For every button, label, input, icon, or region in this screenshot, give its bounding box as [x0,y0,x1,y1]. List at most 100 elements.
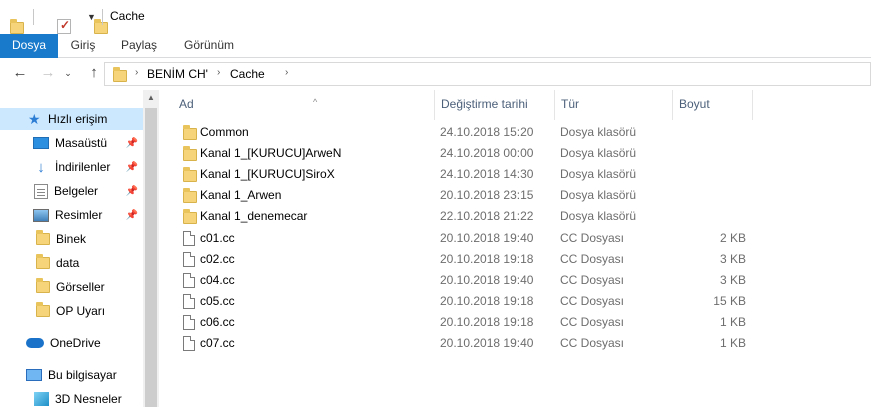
pictures-icon [33,208,49,222]
table-row[interactable]: c02.cc 20.10.2018 19:18 CC Dosyası 3 KB [176,249,766,270]
star-icon: ★ [28,110,41,127]
navigation-bar: ← → ⌄ ↑ › BENİM CH' › Cache › [0,58,871,90]
sidebar-item-desktop[interactable]: Masaüstü 📌 [0,132,143,154]
sidebar-item-gorseller[interactable]: Görseller [0,276,143,298]
file-name: Kanal 1_[KURUCU]ArweN [200,146,342,160]
recent-chevron-icon[interactable]: ⌄ [58,68,78,79]
file-size: 3 KB [719,273,746,287]
sidebar-item-quick-access[interactable]: ★ Hızlı erişim [0,108,143,130]
breadcrumb-item[interactable]: Cache [230,67,265,81]
file-icon [183,336,195,351]
sidebar-item-label: Belgeler [54,184,99,198]
file-size [676,206,746,227]
sidebar-item-label: İndirilenler [55,160,111,174]
file-date: 20.10.2018 19:18 [440,315,534,329]
folder-icon [183,146,197,161]
sidebar-item-onedrive[interactable]: OneDrive [0,332,143,354]
folder-icon [36,278,50,293]
table-row[interactable]: c04.cc 20.10.2018 19:40 CC Dosyası 3 KB [176,270,766,291]
pin-icon[interactable]: 📌 [126,138,138,149]
file-type: CC Dosyası [560,273,625,287]
table-row[interactable]: c07.cc 20.10.2018 19:40 CC Dosyası 1 KB [176,333,766,354]
table-row[interactable]: Kanal 1_Arwen 20.10.2018 23:15 Dosya kla… [176,185,766,206]
scrollbar-thumb[interactable] [145,108,157,407]
chevron-right-icon[interactable]: › [135,67,138,78]
chevron-down-icon[interactable]: ▼ [87,12,96,22]
table-row[interactable]: c06.cc 20.10.2018 19:18 CC Dosyası 1 KB [176,312,766,333]
folder-icon [36,254,50,269]
sidebar-item-binek[interactable]: Binek [0,228,143,250]
documents-icon [34,183,48,199]
pin-icon[interactable]: 📌 [126,186,138,197]
folder-icon [183,125,197,140]
sidebar-item-this-pc[interactable]: Bu bilgisayar [0,364,143,386]
sidebar-item-3d-objects[interactable]: 3D Nesneler [0,388,143,407]
file-name: c06.cc [200,315,235,329]
table-row[interactable]: Kanal 1_denemecar 22.10.2018 21:22 Dosya… [176,206,766,227]
sidebar-item-pictures[interactable]: Resimler 📌 [0,204,143,226]
file-date: 22.10.2018 21:22 [440,209,534,223]
sidebar-item-data[interactable]: data [0,252,143,274]
up-arrow-icon[interactable]: ↑ [84,64,104,81]
table-row[interactable]: c01.cc 20.10.2018 19:40 CC Dosyası 2 KB [176,228,766,249]
tab-view[interactable]: Görünüm [174,34,244,58]
sidebar-item-label: Görseller [56,280,105,294]
column-header-label: Ad [179,97,194,111]
file-size [676,164,746,185]
column-header-type[interactable]: Tür [555,90,673,120]
table-row[interactable]: Common 24.10.2018 15:20 Dosya klasörü [176,122,766,143]
file-size [676,185,746,206]
tab-file[interactable]: Dosya [0,34,58,58]
file-icon [183,294,195,309]
new-folder-icon[interactable] [94,19,108,34]
file-icon [183,252,195,267]
file-type: CC Dosyası [560,315,625,329]
chevron-right-icon[interactable]: › [285,67,288,78]
forward-arrow-icon[interactable]: → [38,64,58,81]
file-date: 20.10.2018 19:40 [440,273,534,287]
tab-share[interactable]: Paylaş [110,34,168,58]
table-row[interactable]: Kanal 1_[KURUCU]SiroX 24.10.2018 14:30 D… [176,164,766,185]
tab-home[interactable]: Giriş [60,34,106,58]
pin-icon[interactable]: 📌 [126,162,138,173]
column-header-size[interactable]: Boyut [673,90,753,120]
navigation-scrollbar[interactable]: ▲ [143,90,159,407]
folder-icon [36,302,50,317]
computer-icon [26,369,42,381]
table-row[interactable]: c05.cc 20.10.2018 19:18 CC Dosyası 15 KB [176,291,766,312]
address-bar[interactable]: › BENİM CH' › Cache › [104,62,871,86]
column-header-date[interactable]: Değiştirme tarihi [435,90,555,120]
download-icon: ↓ [37,158,45,176]
file-date: 20.10.2018 19:40 [440,336,534,350]
file-size: 1 KB [719,336,746,350]
window-title: Cache [110,9,145,23]
sidebar-item-label: OP Uyarı [56,304,106,318]
3d-objects-icon [34,392,49,406]
file-size: 15 KB [713,294,746,308]
file-name: c05.cc [200,294,235,308]
file-icon [183,231,195,246]
properties-icon[interactable] [57,18,71,34]
breadcrumb-item[interactable]: BENİM CH' [147,67,208,81]
sort-ascending-icon: ^ [313,97,318,107]
folder-icon [183,188,197,203]
back-arrow-icon[interactable]: ← [10,64,30,81]
table-row[interactable]: Kanal 1_[KURUCU]ArweN 24.10.2018 00:00 D… [176,143,766,164]
sidebar-item-documents[interactable]: Belgeler 📌 [0,180,143,202]
chevron-right-icon[interactable]: › [217,67,220,78]
file-type: Dosya klasörü [560,125,637,139]
file-icon [183,315,195,330]
file-date: 20.10.2018 23:15 [440,188,534,202]
sidebar-item-op-uyari[interactable]: OP Uyarı [0,300,143,322]
scroll-up-arrow-icon[interactable]: ▲ [143,93,159,102]
column-header-name[interactable]: ^ Ad [173,90,435,120]
file-size: 3 KB [719,252,746,266]
file-size [676,143,746,164]
sidebar-item-downloads[interactable]: ↓ İndirilenler 📌 [0,156,143,178]
sidebar-item-label: OneDrive [50,336,101,350]
folder-icon [183,209,197,224]
file-date: 24.10.2018 15:20 [440,125,534,139]
file-type: Dosya klasörü [560,146,637,160]
folder-icon[interactable] [10,19,24,34]
pin-icon[interactable]: 📌 [126,210,138,221]
